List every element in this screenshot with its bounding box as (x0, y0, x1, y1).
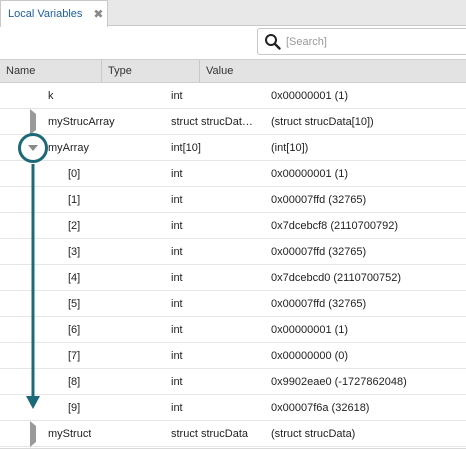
variable-value[interactable]: 0x00007ffd (32765) (271, 239, 466, 265)
table-row[interactable]: [9] int 0x00007f6a (32618) (0, 395, 466, 421)
divider (0, 448, 466, 449)
column-header-type[interactable]: Type (102, 60, 200, 82)
table-row[interactable]: [2] int 0x7dcebcf8 (2110700792) (0, 213, 466, 239)
expand-toggle-icon[interactable] (30, 421, 36, 447)
table-row[interactable]: [5] int 0x00007ffd (32765) (0, 291, 466, 317)
variable-type: int (171, 194, 183, 206)
table-row[interactable]: [7] int 0x00000000 (0) (0, 343, 466, 369)
search-icon (265, 33, 281, 50)
toolbar (0, 27, 466, 59)
variable-name: [7] (68, 350, 81, 362)
variable-type: int (171, 350, 183, 362)
variable-type: int[10] (171, 142, 201, 154)
variable-name: [1] (68, 194, 81, 206)
search-input[interactable] (286, 35, 456, 48)
table-row[interactable]: [4] int 0x7dcebcd0 (2110700752) (0, 265, 466, 291)
variable-name: myArray (48, 142, 89, 154)
column-header-value[interactable]: Value (200, 60, 466, 82)
variable-value[interactable]: 0x00000001 (1) (271, 161, 466, 187)
variable-value[interactable]: 0x00000001 (1) (271, 83, 466, 109)
table-row[interactable]: [0] int 0x00000001 (1) (0, 161, 466, 187)
variable-name: k (48, 90, 54, 102)
variable-name: [3] (68, 246, 81, 258)
variable-type: int (171, 272, 183, 284)
table-row[interactable]: myStrucArray struct strucDat… (struct stru… (0, 109, 466, 135)
table-header: Name Type Value (0, 59, 466, 83)
variable-type: int (171, 246, 183, 258)
table-row[interactable]: myStruct struct strucData (struct strucDat… (0, 421, 466, 447)
variable-name: [2] (68, 220, 81, 232)
variable-type: int (171, 324, 183, 336)
table-row[interactable]: k int 0x00000001 (1) (0, 83, 466, 109)
tab-local-variables[interactable]: Local Variables ✖ (0, 0, 108, 27)
variable-name: [6] (68, 324, 81, 336)
variable-value[interactable]: 0x00007ffd (32765) (271, 291, 466, 317)
variable-value[interactable]: 0x00007f6a (32618) (271, 395, 466, 421)
variable-value[interactable]: 0x7dcebcd0 (2110700752) (271, 265, 466, 291)
variable-value[interactable]: 0x7dcebcf8 (2110700792) (271, 213, 466, 239)
variable-type: struct strucData (171, 428, 249, 440)
column-header-name[interactable]: Name (0, 60, 102, 82)
variables-table: k int 0x00000001 (1) myStrucArray struct str… (0, 83, 466, 447)
table-row[interactable]: myArray int[10] (int[10]) (0, 135, 466, 161)
variable-value[interactable]: 0x00000000 (0) (271, 343, 466, 369)
variable-value[interactable]: (struct strucData) (271, 421, 466, 447)
tab-bar: Local Variables ✖ (0, 0, 466, 27)
search-box[interactable] (257, 28, 466, 55)
variable-name: [0] (68, 168, 81, 180)
variable-value[interactable]: 0x00007ffd (32765) (271, 187, 466, 213)
variable-name: myStrucArray (48, 116, 115, 128)
expand-toggle-icon[interactable] (30, 109, 36, 135)
table-row[interactable]: [6] int 0x00000001 (1) (0, 317, 466, 343)
variable-type: int (171, 402, 183, 414)
variable-value[interactable]: 0x00000001 (1) (271, 317, 466, 343)
variable-value[interactable]: (struct strucData[10]) (271, 109, 466, 135)
variable-type: int (171, 168, 183, 180)
close-icon[interactable]: ✖ (93, 8, 103, 20)
table-row[interactable]: [1] int 0x00007ffd (32765) (0, 187, 466, 213)
variable-name: [8] (68, 376, 81, 388)
variable-type: int (171, 298, 183, 310)
table-row[interactable]: [3] int 0x00007ffd (32765) (0, 239, 466, 265)
tab-label: Local Variables (8, 8, 83, 20)
variable-name: [5] (68, 298, 81, 310)
variable-type: struct strucDat… (171, 116, 253, 128)
variable-name: myStruct (48, 428, 92, 440)
variable-type: int (171, 90, 183, 102)
variable-value[interactable]: (int[10]) (271, 135, 466, 161)
variable-name: [4] (68, 272, 81, 284)
variable-type: int (171, 220, 183, 232)
table-row[interactable]: [8] int 0x9902eae0 (-1727862048) (0, 369, 466, 395)
variable-type: int (171, 376, 183, 388)
variable-value[interactable]: 0x9902eae0 (-1727862048) (271, 369, 466, 395)
variable-name: [9] (68, 402, 81, 414)
